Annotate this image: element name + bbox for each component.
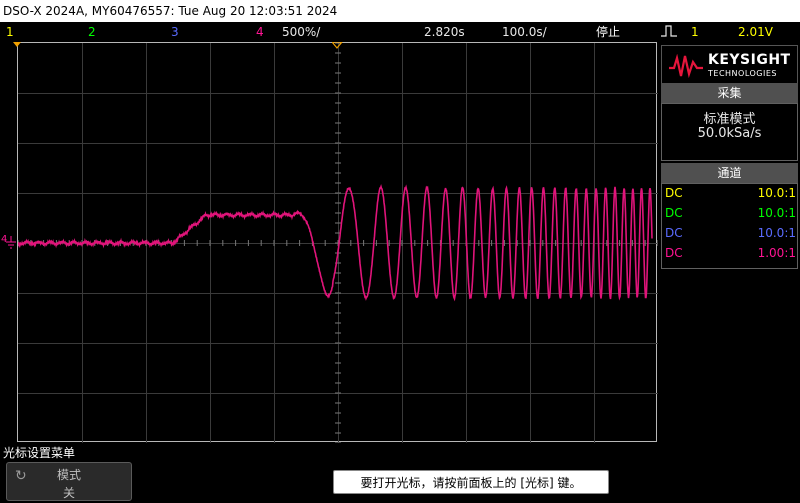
channel-3-coupling: DC bbox=[665, 226, 683, 240]
side-panel: KEYSIGHT TECHNOLOGIES 采集 标准模式 50.0kSa/s … bbox=[660, 42, 800, 270]
channel-1-label[interactable]: 1 bbox=[6, 22, 14, 42]
keysight-logo: KEYSIGHT TECHNOLOGIES bbox=[661, 45, 798, 85]
channel-1-row[interactable]: DC 10.0:1 bbox=[665, 184, 796, 203]
channels-header: 通道 bbox=[661, 163, 798, 183]
window-title-bar: DSO-X 2024A, MY60476557: Tue Aug 20 12:0… bbox=[0, 0, 800, 22]
trigger-source: 1 bbox=[691, 25, 699, 39]
mode-softkey[interactable]: ↻ 模式 关 bbox=[6, 462, 132, 501]
channel-2-label[interactable]: 2 bbox=[88, 22, 96, 42]
acquire-panel[interactable]: 标准模式 50.0kSa/s bbox=[661, 103, 798, 161]
channel-3-row[interactable]: DC 10.0:1 bbox=[665, 224, 796, 243]
channel-4-label[interactable]: 4 bbox=[256, 22, 264, 42]
logo-brand: KEYSIGHT bbox=[708, 52, 791, 68]
logo-subtitle: TECHNOLOGIES bbox=[708, 69, 777, 78]
channel-4-coupling: DC bbox=[665, 246, 683, 260]
sample-rate: 50.0kSa/s bbox=[697, 126, 762, 141]
softkey-value: 关 bbox=[62, 486, 75, 500]
trigger-delay-marker bbox=[332, 42, 343, 49]
channel-2-coupling: DC bbox=[665, 206, 683, 220]
ground-icon bbox=[6, 236, 16, 249]
time-position: 2.820s bbox=[424, 25, 465, 39]
rising-edge-trigger-icon bbox=[660, 24, 678, 44]
softkey-label: 模式 bbox=[56, 468, 81, 482]
acquire-header: 采集 bbox=[661, 83, 798, 103]
time-scale: 100.0s/ bbox=[502, 25, 547, 39]
menu-title: 光标设置菜单 bbox=[3, 446, 76, 460]
channel-4-probe: 1.00:1 bbox=[757, 246, 796, 260]
channel-2-probe: 10.0:1 bbox=[757, 206, 796, 220]
vertical-scale: 500%/ bbox=[282, 25, 321, 39]
run-state: 停止 bbox=[596, 25, 621, 39]
channel-2-row[interactable]: DC 10.0:1 bbox=[665, 204, 796, 223]
channel-4-row[interactable]: DC 1.00:1 bbox=[665, 244, 796, 263]
channel-3-label[interactable]: 3 bbox=[171, 22, 179, 42]
trigger-level: 2.01V bbox=[738, 25, 773, 39]
channel-1-coupling: DC bbox=[665, 186, 683, 200]
status-message: 要打开光标，请按前面板上的 [光标] 键。 bbox=[333, 470, 609, 494]
waveform-display[interactable] bbox=[17, 42, 658, 443]
channel-4-waveform bbox=[18, 183, 653, 302]
channel-3-probe: 10.0:1 bbox=[757, 226, 796, 240]
status-bar: 1 2 3 4 500%/ 2.820s 100.0s/ 停止 1 2.01V bbox=[0, 22, 800, 42]
acquire-mode: 标准模式 bbox=[703, 112, 756, 127]
trigger-position-marker bbox=[13, 42, 21, 47]
channel-4-trace bbox=[18, 183, 653, 302]
channel-1-probe: 10.0:1 bbox=[757, 186, 796, 200]
keysight-wave-icon bbox=[669, 54, 703, 78]
channels-panel[interactable]: DC 10.0:1 DC 10.0:1 DC 10.0:1 DC 1.00:1 bbox=[661, 183, 798, 269]
